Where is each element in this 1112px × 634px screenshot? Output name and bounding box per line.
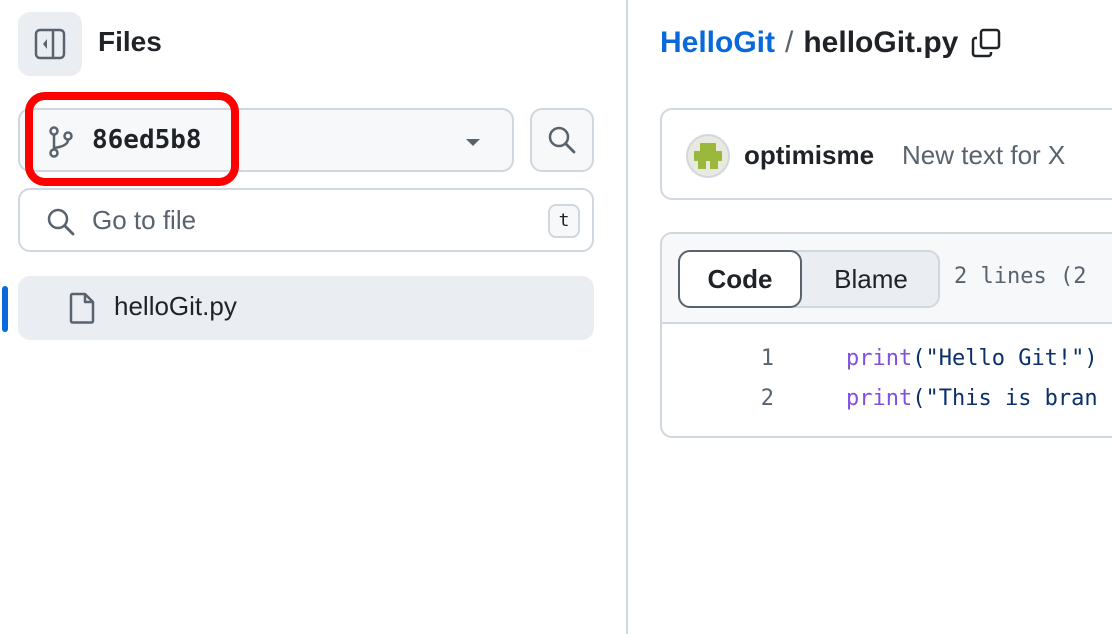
tree-item-label: helloGit.py <box>114 291 237 321</box>
line-code: print("Hello Git!") <box>846 346 1098 371</box>
identicon-icon <box>694 143 722 169</box>
branch-name: 86ed5b8 <box>92 125 202 155</box>
line-number[interactable]: 1 <box>722 346 774 371</box>
branch-selector-button[interactable]: 86ed5b8 <box>18 108 514 172</box>
git-branch-icon <box>49 126 73 158</box>
breadcrumb-separator: / <box>785 26 794 59</box>
copy-path-button[interactable] <box>970 27 1002 59</box>
tree-item-file[interactable]: helloGit.py <box>18 276 594 340</box>
code-string: ("Hello Git!") <box>912 346 1098 371</box>
commit-message-link[interactable]: New text for X <box>902 140 1065 171</box>
code-keyword: print <box>846 386 913 411</box>
breadcrumb: HelloGit / helloGit.py <box>660 26 1002 60</box>
go-to-file-field[interactable]: t <box>18 188 594 252</box>
selected-item-indicator <box>2 286 8 332</box>
tab-code[interactable]: Code <box>678 250 802 308</box>
file-tree-sidebar: Files 86ed5b8 t he <box>0 0 628 634</box>
view-mode-toggle: Code Blame <box>678 250 940 308</box>
file-viewer: HelloGit / helloGit.py optimisme New tex… <box>630 0 1112 634</box>
file-line-count: 2 lines (2 <box>954 264 1087 289</box>
latest-commit-box: optimisme New text for X <box>660 108 1112 200</box>
breadcrumb-file-name: helloGit.py <box>803 26 959 59</box>
file-icon <box>69 292 95 324</box>
code-line: 1 print("Hello Git!") <box>662 346 1112 386</box>
sidebar-collapse-icon <box>34 28 66 60</box>
search-button[interactable] <box>530 108 594 172</box>
line-code: print("This is bran <box>846 386 1098 411</box>
keyboard-shortcut-hint: t <box>548 204 580 238</box>
search-icon <box>47 208 75 236</box>
tab-blame[interactable]: Blame <box>802 252 940 306</box>
line-number[interactable]: 2 <box>722 386 774 411</box>
sidebar-title: Files <box>98 26 162 57</box>
search-icon <box>548 126 576 154</box>
code-line: 2 print("This is bran <box>662 386 1112 426</box>
code-viewer: Code Blame 2 lines (2 1 print("Hello Git… <box>660 232 1112 438</box>
code-string: ("This is bran <box>912 386 1098 411</box>
code-viewer-header: Code Blame 2 lines (2 <box>662 234 1112 324</box>
commit-author-link[interactable]: optimisme <box>744 140 874 171</box>
go-to-file-input[interactable] <box>92 204 532 236</box>
copy-icon <box>972 28 1001 58</box>
collapse-sidebar-button[interactable] <box>18 12 82 76</box>
breadcrumb-repo-link[interactable]: HelloGit <box>660 26 775 60</box>
avatar[interactable] <box>686 134 730 178</box>
code-keyword: print <box>846 346 913 371</box>
chevron-down-icon <box>466 139 480 146</box>
